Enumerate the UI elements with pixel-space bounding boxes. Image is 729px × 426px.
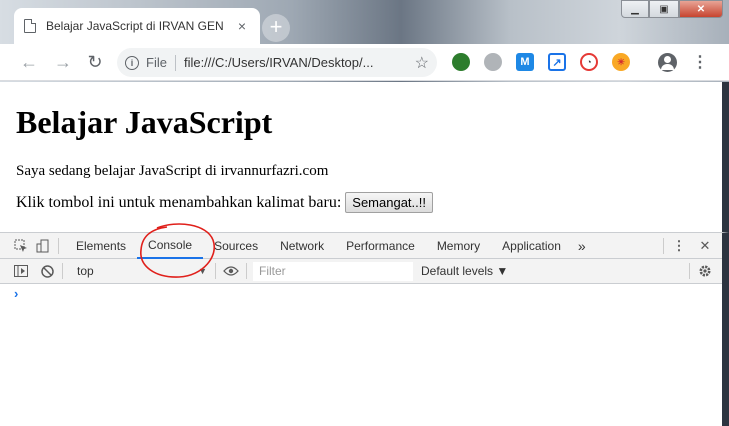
extension-globe-icon[interactable] [452,53,470,71]
divider [663,238,664,254]
page-icon [24,19,36,33]
tab-elements[interactable]: Elements [65,233,137,259]
back-button[interactable]: ← [14,47,44,77]
divider [62,263,63,279]
address-bar[interactable]: i File file:///C:/Users/IRVAN/Desktop/..… [117,48,437,77]
filter-input[interactable]: Filter [253,261,413,281]
tab-strip: Belajar JavaScript di IRVAN GEN × + ▁ ▣ … [0,0,729,44]
bookmark-star-icon[interactable]: ☆ [415,53,429,73]
minimize-button[interactable]: ▁ [621,0,649,18]
tab-performance[interactable]: Performance [335,233,426,259]
url-text[interactable]: file:///C:/Users/IRVAN/Desktop/... [184,55,411,70]
url-scheme-label: File [146,55,167,70]
semangat-button[interactable]: Semangat..!! [345,192,433,213]
intro-text: Saya sedang belajar JavaScript di irvann… [16,163,329,179]
extension-m-icon[interactable]: M [516,53,534,71]
divider [246,263,247,279]
context-value: top [77,264,94,278]
tab-title: Belajar JavaScript di IRVAN GEN [46,19,224,33]
console-filter-bar: top ▼ Filter Default levels ▼ [0,259,722,284]
settings-area [683,262,714,280]
cta-text: Klik tombol ini untuk menambahkan kalima… [16,193,342,211]
eye-icon[interactable] [222,262,240,280]
tab-sources[interactable]: Sources [203,233,269,259]
browser-window: Belajar JavaScript di IRVAN GEN × + ▁ ▣ … [0,0,729,426]
divider [174,54,176,71]
divider [58,237,59,254]
chevron-down-icon: ▼ [198,266,207,276]
devtools-menu-icon[interactable]: ⋮ [670,237,688,255]
gear-icon[interactable] [696,262,714,280]
tab-network[interactable]: Network [269,233,335,259]
extension-speed-icon[interactable]: ◔ [580,53,598,71]
info-icon[interactable]: i [125,55,139,70]
extension-sun-icon[interactable]: ☀ [612,53,630,71]
tab-memory[interactable]: Memory [426,233,491,259]
forward-button[interactable]: → [48,47,78,77]
device-toolbar-icon[interactable] [34,237,52,255]
tab-application[interactable]: Application [491,233,572,259]
window-controls: ▁ ▣ ✕ [621,0,723,18]
web-page: Belajar JavaScript Saya sedang belajar J… [0,82,729,232]
browser-menu-icon[interactable]: ⋮ [692,53,708,72]
browser-tab[interactable]: Belajar JavaScript di IRVAN GEN × [14,8,260,44]
page-heading: Belajar JavaScript [16,104,273,140]
clear-console-icon[interactable] [38,262,56,280]
console-prompt-icon: › [14,286,19,301]
extension-grey-globe-icon[interactable] [484,53,502,71]
console-output[interactable]: › [0,284,722,301]
devtools-actions: ⋮ ✕ [657,237,714,255]
new-tab-button[interactable]: + [262,14,290,42]
reload-button[interactable]: ↻ [80,47,110,77]
profile-avatar-icon[interactable] [658,53,677,72]
log-levels-dropdown[interactable]: Default levels ▼ [421,264,508,278]
more-tabs-button[interactable]: » [572,233,592,259]
maximize-button[interactable]: ▣ [649,0,679,18]
extension-share-icon[interactable]: ↗ [548,53,566,71]
tab-console[interactable]: Console [137,233,204,259]
devtools-tab-bar: Elements Console Sources Network Perform… [0,233,722,259]
window-close-button[interactable]: ✕ [679,0,723,18]
sidebar-toggle-icon[interactable] [12,262,30,280]
devtools-panel: Elements Console Sources Network Perform… [0,232,729,426]
context-selector[interactable]: top ▼ [69,261,209,282]
divider [215,263,216,279]
close-icon[interactable]: × [234,18,250,34]
devtools-close-icon[interactable]: ✕ [696,237,714,255]
divider [689,263,690,279]
cta-row: Klik tombol ini untuk menambahkan kalima… [16,192,706,213]
inspect-element-icon[interactable] [12,237,30,255]
browser-toolbar: ← → ↻ i File file:///C:/Users/IRVAN/Desk… [0,44,729,81]
extensions-bar: M ↗ ◔ ☀ [452,53,644,71]
